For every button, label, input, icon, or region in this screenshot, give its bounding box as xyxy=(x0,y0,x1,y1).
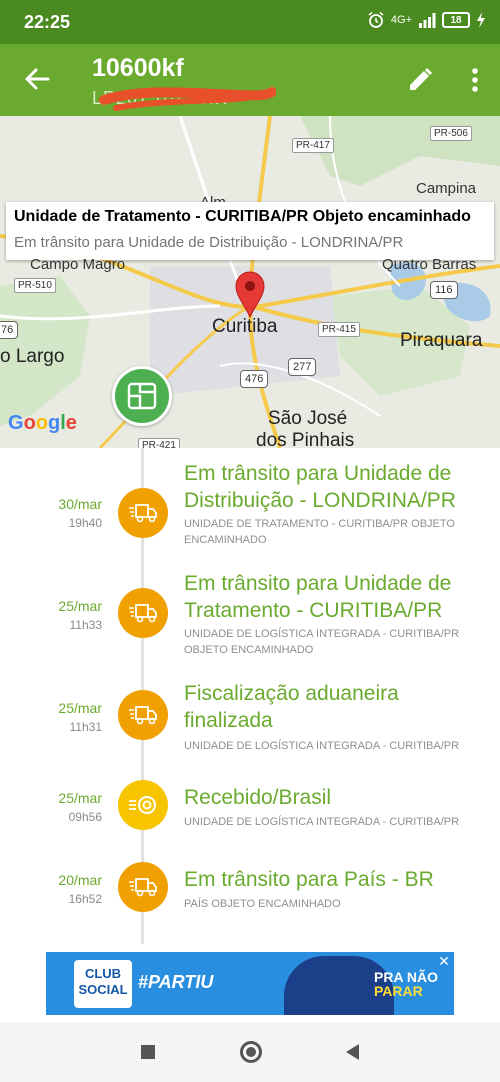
road-tag-pr421: PR-421 xyxy=(138,438,180,448)
event-description: UNIDADE DE LOGÍSTICA INTEGRADA - CURITIB… xyxy=(184,816,460,828)
status-bar: 22:25 4G+ 18 xyxy=(0,0,500,44)
road-shield-277: 277 xyxy=(288,358,317,376)
road-tag-pr506: PR-506 xyxy=(430,126,472,141)
event-time: 19h40 xyxy=(68,516,102,530)
battery-indicator: 18 xyxy=(442,12,470,28)
event-date: 25/mar xyxy=(58,790,102,806)
road-tag-pr417: PR-417 xyxy=(292,138,334,153)
recent-apps-icon[interactable] xyxy=(141,1045,155,1059)
location-pin-icon[interactable] xyxy=(234,270,266,318)
place-dos-pinhais: dos Pinhais xyxy=(256,430,355,448)
event-status-badge xyxy=(118,780,168,830)
system-nav-bar xyxy=(0,1022,500,1082)
event-status-badge xyxy=(118,488,168,538)
event-time: 16h52 xyxy=(68,892,102,906)
ad-cta-line1: PRA NÃO xyxy=(374,969,439,985)
event-status-badge xyxy=(118,862,168,912)
back-icon[interactable] xyxy=(346,1044,359,1060)
tracking-timeline: 30/mar 19h40 Em trânsito para Unidade de… xyxy=(0,448,500,944)
back-arrow-icon[interactable] xyxy=(22,64,52,94)
status-icons: 4G+ 18 xyxy=(367,11,486,29)
event-status-badge xyxy=(118,588,168,638)
road-shield-76: 76 xyxy=(0,321,19,339)
package-title: 10600kf xyxy=(92,54,184,82)
ad-close-icon[interactable]: ✕ xyxy=(436,954,452,970)
event-title: Fiscalização aduaneira finalizada xyxy=(184,682,399,732)
ad-banner[interactable]: CLUB SOCIAL #PARTIU PRA NÃO PARAR ✕ xyxy=(46,952,454,1015)
event-status-badge xyxy=(118,690,168,740)
truck-icon xyxy=(129,878,157,897)
ad-brand-logo: CLUB SOCIAL xyxy=(74,960,132,1008)
event-time: 11h33 xyxy=(69,618,102,632)
place-quatro-barras: Quatro Barras xyxy=(382,256,477,273)
road-tag-pr510: PR-510 xyxy=(14,278,56,293)
event-description: UNIDADE DE LOGÍSTICA INTEGRADA - CURITIB… xyxy=(184,740,460,752)
ad-container: CLUB SOCIAL #PARTIU PRA NÃO PARAR ✕ xyxy=(0,944,500,1022)
road-shield-476: 476 xyxy=(240,370,269,388)
place-largo: o Largo xyxy=(0,346,65,367)
app-bar: 10600kf LP207 ···· THK xyxy=(0,44,500,116)
place-campina: Campina xyxy=(416,180,477,197)
event-description: UNIDADE DE LOGÍSTICA INTEGRADA - CURITIB… xyxy=(184,628,460,656)
place-campo-magro: Campo Magro xyxy=(30,256,126,273)
truck-icon xyxy=(129,504,157,523)
event-title: Em trânsito para Unidade de Distribuição… xyxy=(184,462,456,512)
charging-icon xyxy=(477,12,485,28)
event-date: 20/mar xyxy=(58,872,102,888)
target-icon xyxy=(129,796,156,814)
place-piraquara: Piraquara xyxy=(400,330,483,351)
ad-cta: PRA NÃO PARAR xyxy=(374,970,438,998)
event-description: UNIDADE DE TRATAMENTO - CURITIBA/PR OBJE… xyxy=(184,518,455,546)
event-title: Em trânsito para País - BR xyxy=(184,868,434,891)
map-info-window[interactable]: Unidade de Tratamento - CURITIBA/PR Obje… xyxy=(6,202,494,260)
place-curitiba: Curitiba xyxy=(212,316,278,337)
event-description: PAÍS OBJETO ENCAMINHADO xyxy=(184,898,341,910)
home-icon[interactable] xyxy=(240,1041,262,1063)
google-logo: Google xyxy=(8,412,77,434)
road-tag-pr415: PR-415 xyxy=(318,322,360,337)
event-time: 11h31 xyxy=(69,720,102,734)
ad-cta-line2: PARAR xyxy=(374,983,423,999)
event-title: Em trânsito para Unidade de Tratamento -… xyxy=(184,572,452,622)
ad-hashtag: #PARTIU xyxy=(138,972,214,992)
event-date: 25/mar xyxy=(58,598,102,614)
ad-brand-line2: SOCIAL xyxy=(78,982,128,997)
more-options-icon[interactable] xyxy=(470,66,480,94)
info-window-title: Unidade de Tratamento - CURITIBA/PR Obje… xyxy=(14,208,471,225)
event-date: 25/mar xyxy=(58,700,102,716)
signal-icon xyxy=(419,13,436,28)
redaction-scribble xyxy=(99,87,276,111)
edit-pencil-icon[interactable] xyxy=(406,66,434,94)
road-shield-116: 116 xyxy=(430,281,458,299)
map-icon xyxy=(127,382,157,410)
event-title: Recebido/Brasil xyxy=(184,786,332,809)
event-time: 09h56 xyxy=(68,810,102,824)
truck-icon xyxy=(129,706,157,725)
map-view[interactable]: PR-506 PR-417 Campina Alm Unidade de Tra… xyxy=(0,116,500,448)
network-type-label: 4G+ xyxy=(390,14,412,26)
event-date: 30/mar xyxy=(58,496,102,512)
place-sao-jose: São José xyxy=(268,408,348,429)
truck-icon xyxy=(129,604,157,623)
status-time: 22:25 xyxy=(24,12,71,32)
info-window-subtitle: Em trânsito para Unidade de Distribuição… xyxy=(14,234,404,251)
map-toggle-button[interactable] xyxy=(112,366,172,426)
alarm-icon xyxy=(368,11,384,28)
ad-brand-line1: CLUB xyxy=(84,966,122,981)
